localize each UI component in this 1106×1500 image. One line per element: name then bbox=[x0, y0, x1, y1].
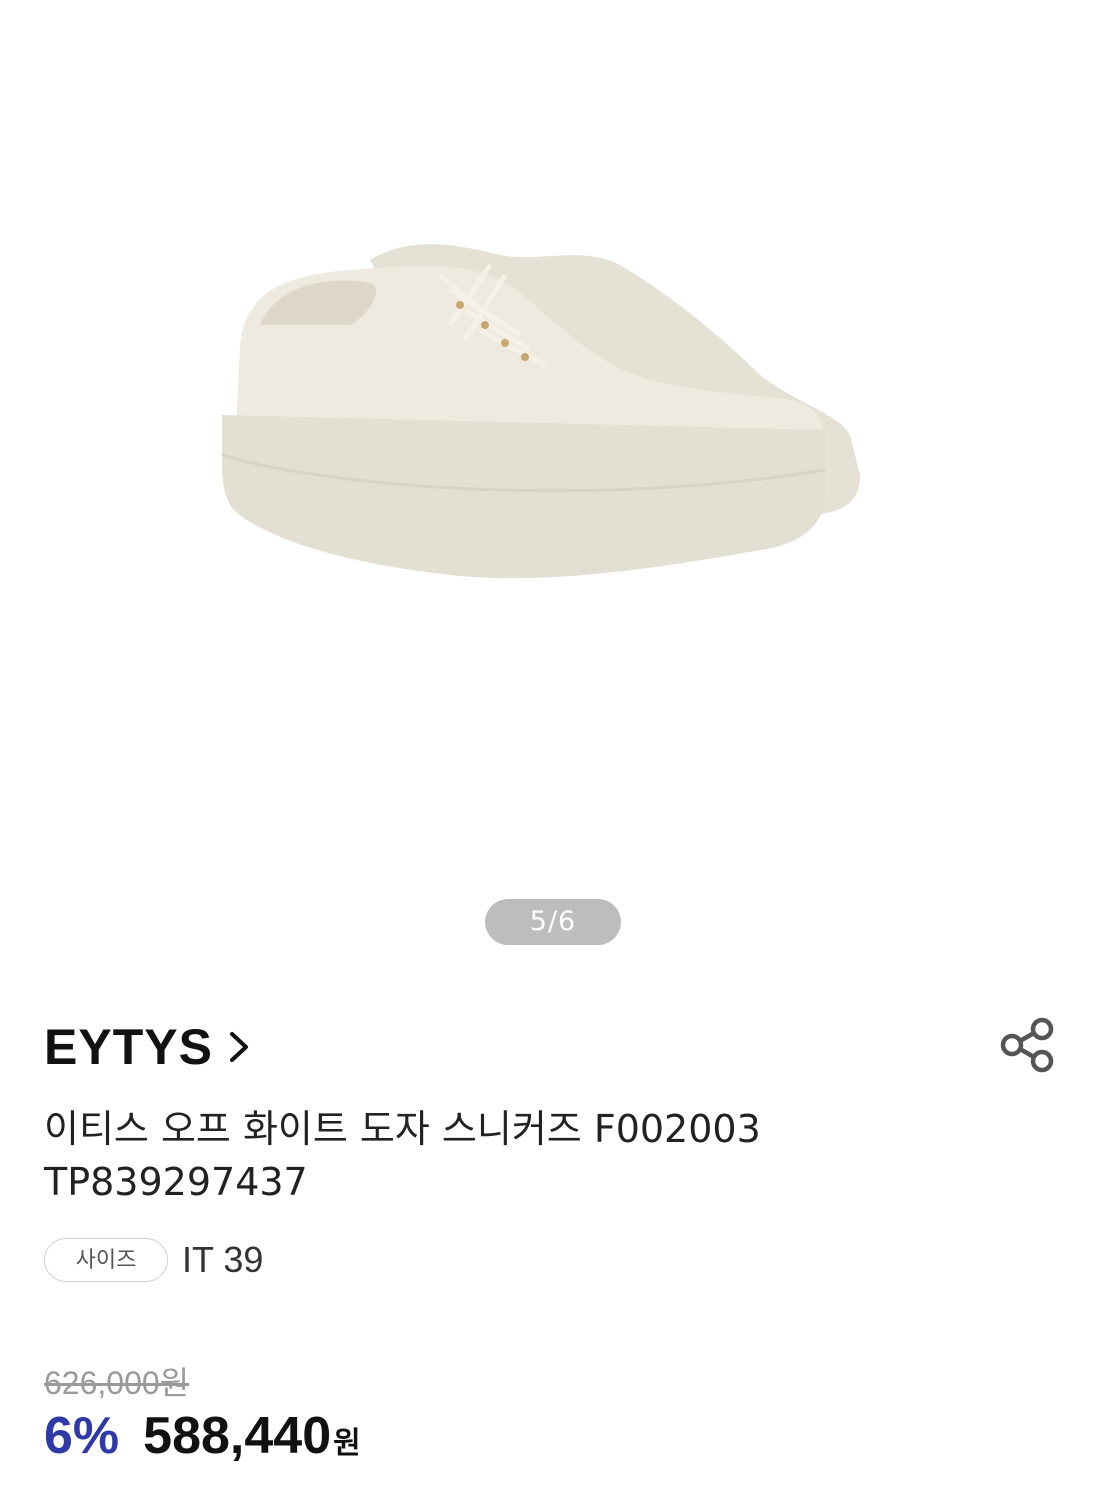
chevron-right-icon bbox=[229, 1032, 248, 1062]
sale-price-row: 6% 588,440 원 bbox=[44, 1406, 361, 1466]
product-code: TP839297437 bbox=[44, 1160, 308, 1204]
original-price: 626,000원 bbox=[44, 1365, 190, 1401]
product-photo bbox=[221, 244, 860, 579]
brand-link[interactable]: EYTYS bbox=[44, 1015, 251, 1079]
currency-unit: 원 bbox=[333, 1426, 361, 1461]
image-counter: 5/6 bbox=[485, 899, 621, 945]
product-image-gallery[interactable]: 5/6 bbox=[0, 0, 1106, 980]
share-icon[interactable] bbox=[998, 1015, 1060, 1075]
sale-price: 588,440 bbox=[143, 1407, 332, 1465]
product-title: 이티스 오프 화이트 도자 스니커즈 F002003 bbox=[44, 1107, 761, 1151]
size-label-chip: 사이즈 bbox=[44, 1238, 168, 1282]
brand-name: EYTYS bbox=[44, 1019, 213, 1075]
discount-rate: 6% bbox=[44, 1407, 120, 1465]
size-info: 사이즈 IT 39 bbox=[44, 1238, 263, 1282]
size-value: IT 39 bbox=[182, 1239, 264, 1280]
